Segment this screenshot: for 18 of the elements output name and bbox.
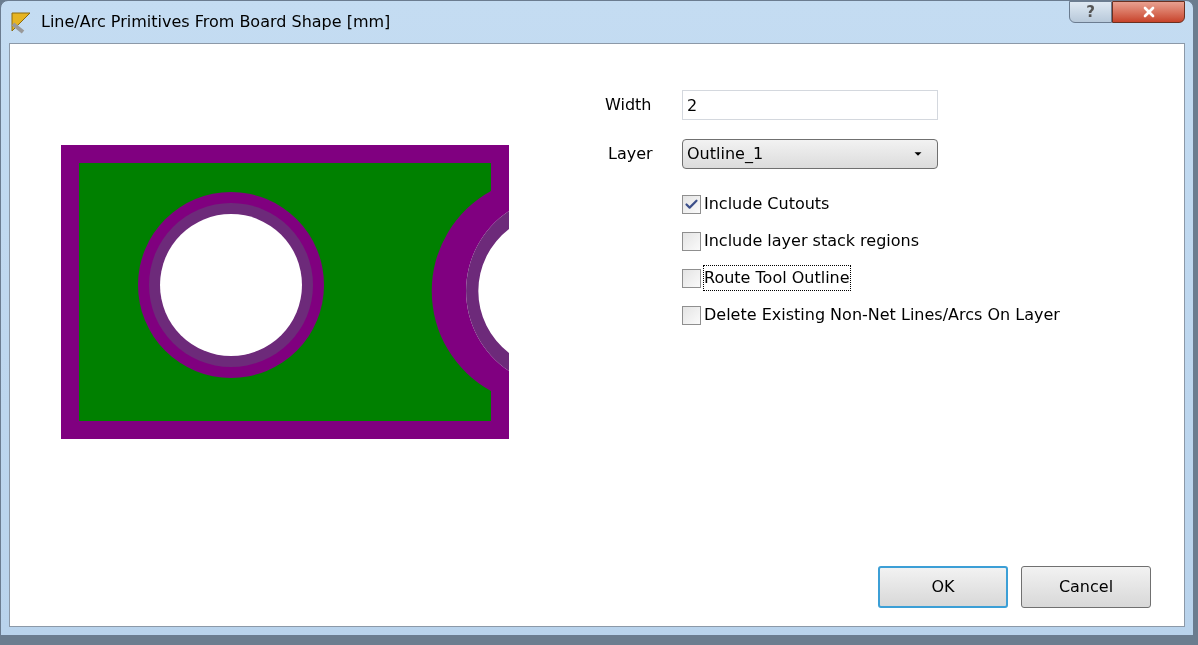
- dialog-button[interactable]: OK: [878, 566, 1008, 608]
- checkbox-option[interactable]: Delete Existing Non-Net Lines/Arcs On Layer: [682, 305, 1184, 325]
- checkbox-option[interactable]: Route Tool Outline: [682, 268, 1184, 288]
- checkbox[interactable]: [682, 231, 701, 251]
- layer-dropdown[interactable]: Outline_1: [682, 139, 938, 169]
- checkbox[interactable]: [682, 268, 701, 288]
- checkbox[interactable]: [682, 194, 701, 214]
- dialog-button[interactable]: Cancel: [1021, 566, 1151, 608]
- checkbox-option[interactable]: Include Cutouts: [682, 194, 1184, 214]
- width-field[interactable]: 2: [682, 90, 938, 120]
- help-button[interactable]: ?: [1069, 1, 1112, 23]
- width-label: Width: [604, 94, 653, 116]
- layer-label: Layer: [607, 143, 654, 165]
- ruler-icon: [9, 10, 33, 34]
- checkbox-option[interactable]: Include layer stack regions: [682, 231, 1184, 251]
- close-button[interactable]: [1112, 1, 1185, 23]
- checkbox[interactable]: [682, 305, 701, 325]
- window-title: Line/Arc Primitives From Board Shape [mm]: [41, 11, 391, 33]
